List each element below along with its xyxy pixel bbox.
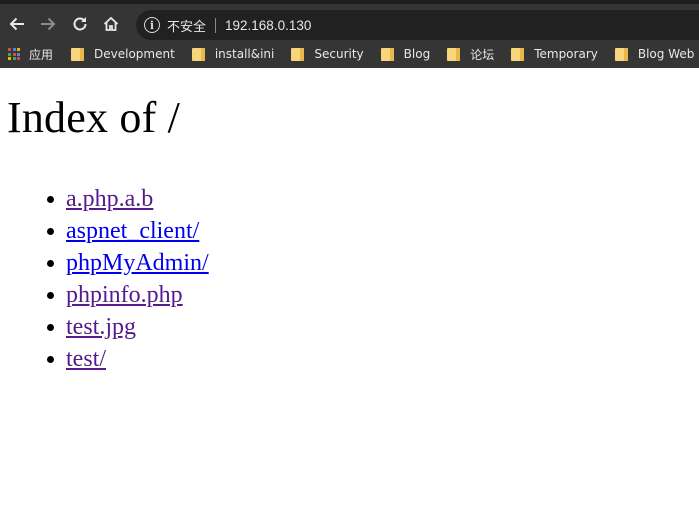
security-status[interactable]: 不安全	[167, 16, 206, 35]
list-item: a.php.a.b	[47, 183, 209, 215]
bookmark-forum[interactable]: 论坛	[447, 46, 494, 63]
folder-icon	[614, 47, 628, 61]
forward-button[interactable]	[37, 13, 59, 35]
file-link[interactable]: a.php.a.b	[66, 186, 153, 212]
bookmark-label: 应用	[29, 47, 54, 62]
bookmark-label: Temporary	[534, 47, 598, 61]
bullet	[47, 228, 54, 235]
folder-icon	[291, 47, 305, 61]
bullet	[47, 196, 54, 203]
folder-icon	[511, 47, 525, 61]
bookmark-blog[interactable]: Blog	[380, 47, 431, 61]
reload-button[interactable]	[69, 13, 91, 35]
bullet	[47, 324, 54, 331]
page-title: Index of /	[7, 93, 181, 142]
bookmark-label: Development	[94, 47, 175, 61]
list-item: test.jpg	[47, 311, 209, 343]
bookmark-security[interactable]: Security	[291, 47, 364, 61]
folder-icon	[191, 47, 205, 61]
home-button[interactable]	[100, 13, 122, 35]
bullet	[47, 356, 54, 363]
page-content: Index of / a.php.a.b aspnet_client/ phpM…	[0, 68, 699, 521]
bookmark-label: Blog Web	[637, 47, 695, 61]
list-item: aspnet_client/	[47, 215, 209, 247]
list-item: test/	[47, 343, 209, 375]
folder-icon	[71, 47, 85, 61]
bookmark-install-ini[interactable]: install&ini	[191, 47, 275, 61]
file-link[interactable]: aspnet_client/	[66, 218, 199, 244]
forward-arrow-icon	[41, 17, 56, 31]
file-list: a.php.a.b aspnet_client/ phpMyAdmin/ php…	[47, 183, 209, 375]
file-link[interactable]: phpinfo.php	[66, 282, 183, 308]
folder-icon	[447, 47, 461, 61]
bookmarks-bar: 应用 Development install&ini Security Blog…	[0, 40, 699, 68]
bookmark-label: Blog	[403, 47, 431, 61]
browser-toolbar: i 不安全 192.168.0.130	[0, 0, 699, 40]
reload-icon	[73, 17, 87, 31]
url-text[interactable]: 192.168.0.130	[225, 18, 311, 33]
bookmark-label: Security	[314, 47, 364, 61]
address-bar[interactable]: i 不安全 192.168.0.130	[136, 10, 699, 40]
file-link[interactable]: test.jpg	[66, 314, 136, 340]
bookmark-apps[interactable]: 应用	[8, 46, 53, 63]
file-link[interactable]: phpMyAdmin/	[66, 250, 209, 276]
bullet	[47, 260, 54, 267]
back-button[interactable]	[6, 13, 28, 35]
bookmark-label: 论坛	[470, 47, 495, 62]
file-link[interactable]: test/	[66, 346, 106, 372]
apps-grid-icon	[8, 48, 20, 60]
list-item: phpinfo.php	[47, 279, 209, 311]
bookmark-label: install&ini	[214, 47, 275, 61]
info-icon[interactable]: i	[144, 17, 160, 33]
back-arrow-icon	[9, 17, 24, 31]
home-icon	[103, 16, 119, 31]
bookmark-blog-web[interactable]: Blog Web	[614, 47, 695, 61]
bookmark-temporary[interactable]: Temporary	[511, 47, 598, 61]
bookmark-development[interactable]: Development	[71, 47, 175, 61]
divider	[215, 17, 217, 33]
folder-icon	[380, 47, 394, 61]
list-item: phpMyAdmin/	[47, 247, 209, 279]
bullet	[47, 292, 54, 299]
